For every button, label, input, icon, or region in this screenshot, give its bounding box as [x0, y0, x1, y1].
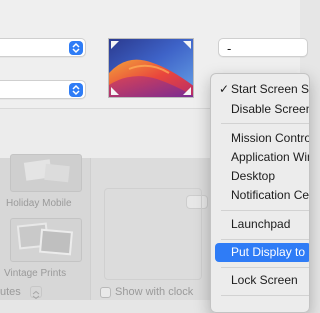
menu-item-put-display-to-sleep[interactable]: Put Display to Sleep: [215, 243, 309, 262]
menu-separator: [221, 267, 309, 268]
corner-indicator-icon: [183, 87, 191, 95]
menu-item-label: Disable Screen Saver: [231, 102, 310, 116]
menu-item-label: Mission Control: [231, 131, 310, 145]
popup-value: -: [227, 41, 232, 56]
screen-saver-list: Holiday Mobile Vintage Prints: [0, 154, 91, 300]
menu-item-desktop[interactable]: Desktop: [211, 167, 309, 186]
time-stepper[interactable]: [30, 286, 42, 300]
corner-indicator-icon: [111, 41, 119, 49]
top-right-corner-popup[interactable]: -: [218, 38, 308, 57]
menu-item-label: Application Windows: [231, 150, 309, 164]
menu-item-launchpad[interactable]: Launchpad: [211, 215, 309, 234]
desktop-preview-image: [108, 38, 194, 98]
hot-corner-menu: ✓ Start Screen Saver Disable Screen Save…: [210, 73, 310, 313]
show-with-clock-label: Show with clock: [115, 286, 194, 298]
menu-separator: [221, 295, 309, 296]
menu-item-mission-control[interactable]: Mission Control: [211, 129, 310, 148]
top-left-corner-popup[interactable]: [0, 38, 86, 57]
vintage-prints-thumbnail[interactable]: [10, 218, 82, 262]
menu-item-application-windows[interactable]: Application Windows: [211, 148, 309, 167]
holiday-mobile-thumbnail[interactable]: [10, 154, 82, 192]
bottom-left-corner-popup[interactable]: [0, 80, 86, 99]
stepper-icon: [69, 41, 83, 55]
wallpaper-label: Holiday Mobile: [6, 198, 72, 209]
menu-item-label: Put Display to Sleep: [231, 245, 309, 259]
menu-separator: [221, 123, 309, 124]
menu-item-lock-screen[interactable]: Lock Screen: [211, 271, 309, 290]
menu-item-disable-screen-saver[interactable]: Disable Screen Saver: [211, 100, 310, 119]
checkmark-icon: ✓: [219, 82, 230, 96]
menu-item-label: Start Screen Saver: [231, 82, 310, 96]
preview-frame: [104, 188, 202, 280]
menu-separator: [221, 239, 309, 240]
menu-item-notification-center[interactable]: Notification Center: [211, 186, 310, 205]
corner-indicator-icon: [111, 87, 119, 95]
menu-item-start-screen-saver[interactable]: ✓ Start Screen Saver: [211, 80, 310, 99]
wallpaper-label: Vintage Prints: [4, 268, 67, 279]
menu-item-label: Launchpad: [231, 217, 291, 231]
time-unit-label: utes: [0, 286, 21, 298]
corner-indicator-icon: [183, 41, 191, 49]
menu-item-label: Lock Screen: [231, 273, 298, 287]
show-with-clock-checkbox[interactable]: [100, 287, 111, 298]
menu-item-label: Desktop: [231, 169, 276, 183]
stepper-icon: [69, 83, 83, 97]
menu-item-label: Notification Center: [231, 188, 310, 202]
menu-separator: [221, 210, 309, 211]
